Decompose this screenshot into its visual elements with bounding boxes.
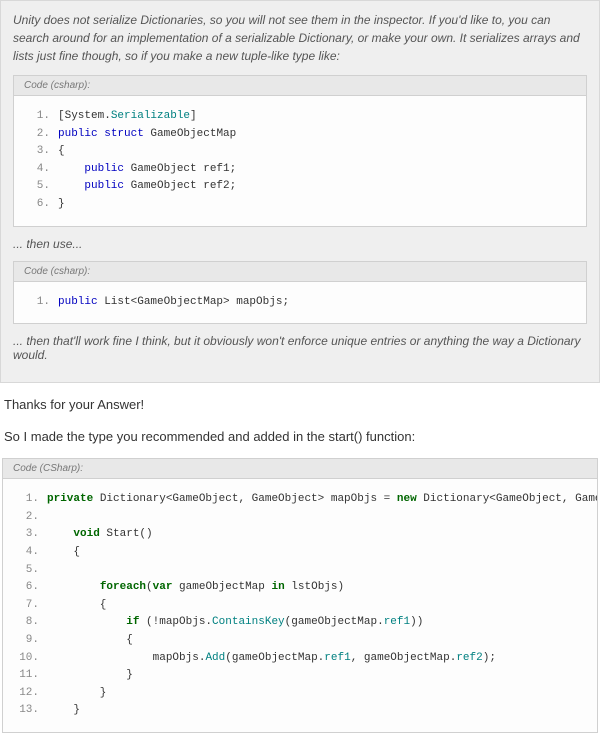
code-line: 11. } xyxy=(13,667,587,685)
line-number: 11. xyxy=(13,667,47,685)
code-line: 1.public List<GameObjectMap> mapObjs; xyxy=(24,294,576,312)
line-content: public GameObject ref1; xyxy=(58,161,576,179)
code-block-1: Code (csharp): 1.[System.Serializable]2.… xyxy=(13,75,587,227)
code-body: 1.public List<GameObjectMap> mapObjs; xyxy=(13,281,587,325)
code-line: 7. { xyxy=(13,597,587,615)
line-number: 13. xyxy=(13,702,47,720)
code-line: 5. public GameObject ref2; xyxy=(24,178,576,196)
line-number: 1. xyxy=(24,108,58,126)
line-content: public GameObject ref2; xyxy=(58,178,576,196)
line-content: } xyxy=(47,685,587,703)
code-block-3: Code (CSharp): 1.private Dictionary<Game… xyxy=(2,458,598,733)
code-body: 1.[System.Serializable]2.public struct G… xyxy=(13,95,587,227)
code-label: Code (CSharp): xyxy=(2,458,598,478)
code-line: 9. { xyxy=(13,632,587,650)
code-line: 2.public struct GameObjectMap xyxy=(24,126,576,144)
quote-outro: ... then that'll work fine I think, but … xyxy=(13,334,587,362)
code-line: 6.} xyxy=(24,196,576,214)
line-content: private Dictionary<GameObject, GameObjec… xyxy=(47,491,598,509)
line-number: 6. xyxy=(13,579,47,597)
line-number: 5. xyxy=(13,562,47,580)
line-content: public List<GameObjectMap> mapObjs; xyxy=(58,294,576,312)
line-content: { xyxy=(47,544,587,562)
line-content: mapObjs.Add(gameObjectMap.ref1, gameObje… xyxy=(47,650,587,668)
line-content: { xyxy=(47,597,587,615)
line-number: 2. xyxy=(24,126,58,144)
code-line: 2. xyxy=(13,509,587,527)
line-number: 8. xyxy=(13,614,47,632)
code-body: 1.private Dictionary<GameObject, GameObj… xyxy=(2,478,598,733)
code-line: 13. } xyxy=(13,702,587,720)
line-content: foreach(var gameObjectMap in lstObjs) xyxy=(47,579,587,597)
code-block-2: Code (csharp): 1.public List<GameObjectM… xyxy=(13,261,587,325)
line-number: 10. xyxy=(13,650,47,668)
code-label: Code (csharp): xyxy=(13,261,587,281)
line-content xyxy=(47,562,587,580)
line-number: 5. xyxy=(24,178,58,196)
code-line: 5. xyxy=(13,562,587,580)
line-content: public struct GameObjectMap xyxy=(58,126,576,144)
line-content: } xyxy=(47,667,587,685)
code-line: 3. void Start() xyxy=(13,526,587,544)
line-content: } xyxy=(47,702,587,720)
line-number: 4. xyxy=(13,544,47,562)
reply-text-2: So I made the type you recommended and a… xyxy=(4,427,596,447)
reply-text-1: Thanks for your Answer! xyxy=(4,395,596,415)
line-number: 12. xyxy=(13,685,47,703)
line-number: 3. xyxy=(24,143,58,161)
line-content: void Start() xyxy=(47,526,587,544)
quote-then-use: ... then use... xyxy=(13,237,587,251)
code-line: 8. if (!mapObjs.ContainsKey(gameObjectMa… xyxy=(13,614,587,632)
line-number: 4. xyxy=(24,161,58,179)
code-line: 1.private Dictionary<GameObject, GameObj… xyxy=(13,491,587,509)
code-line: 10. mapObjs.Add(gameObjectMap.ref1, game… xyxy=(13,650,587,668)
quote-block: Unity does not serialize Dictionaries, s… xyxy=(0,0,600,383)
line-content: } xyxy=(58,196,576,214)
line-number: 7. xyxy=(13,597,47,615)
code-line: 6. foreach(var gameObjectMap in lstObjs) xyxy=(13,579,587,597)
line-number: 6. xyxy=(24,196,58,214)
quote-intro: Unity does not serialize Dictionaries, s… xyxy=(13,11,587,65)
line-content: [System.Serializable] xyxy=(58,108,576,126)
line-number: 2. xyxy=(13,509,47,527)
line-content: { xyxy=(58,143,576,161)
line-content: { xyxy=(47,632,587,650)
line-number: 1. xyxy=(24,294,58,312)
line-number: 3. xyxy=(13,526,47,544)
code-line: 1.[System.Serializable] xyxy=(24,108,576,126)
line-number: 9. xyxy=(13,632,47,650)
code-line: 3.{ xyxy=(24,143,576,161)
code-line: 4. { xyxy=(13,544,587,562)
line-content: if (!mapObjs.ContainsKey(gameObjectMap.r… xyxy=(47,614,587,632)
line-number: 1. xyxy=(13,491,47,509)
line-content xyxy=(47,509,587,527)
code-label: Code (csharp): xyxy=(13,75,587,95)
code-line: 4. public GameObject ref1; xyxy=(24,161,576,179)
code-line: 12. } xyxy=(13,685,587,703)
